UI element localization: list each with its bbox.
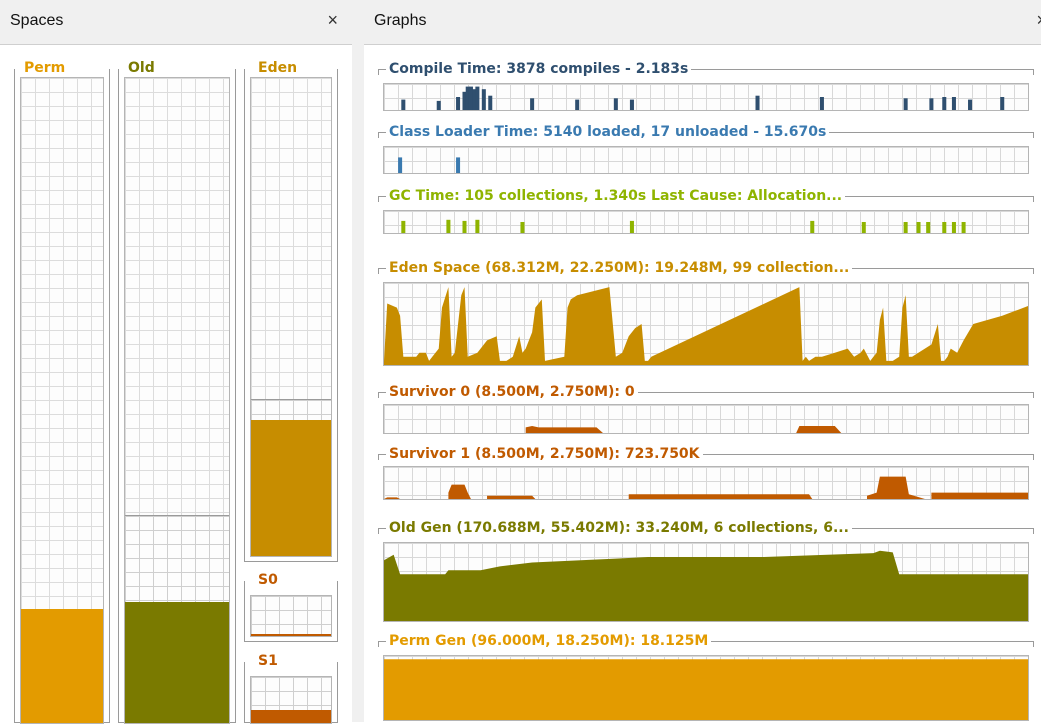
- close-spaces-panel-icon[interactable]: ×: [327, 10, 338, 31]
- graph-survivor-0-svg: [384, 426, 1028, 433]
- space-s1-bar: [250, 676, 332, 724]
- space-s0: S0: [244, 571, 338, 642]
- graph-s0-area: [384, 426, 1028, 433]
- space-old-label: Old: [125, 59, 158, 77]
- space-s1-label: S1: [255, 652, 281, 670]
- space-s0-committed: [251, 596, 331, 636]
- graph-old-gen-title: Old Gen (170.688M, 55.402M): 33.240M, 6 …: [386, 519, 852, 537]
- graph-compile-time-title: Compile Time: 3878 compiles - 2.183s: [386, 60, 692, 78]
- graph-compile-spike: [1000, 97, 1005, 110]
- graph-gc-spike: [810, 220, 815, 233]
- graph-eden-area: [384, 287, 1028, 365]
- graph-compile-spike: [575, 99, 580, 110]
- graph-compile-spike: [819, 97, 824, 110]
- space-old-used: [125, 601, 229, 723]
- space-s0-used: [251, 634, 331, 636]
- graph-compile-spike: [456, 97, 461, 110]
- graph-compile-spike: [903, 98, 908, 110]
- graph-compile-spike: [475, 86, 480, 110]
- graph-eden-space-svg: [384, 287, 1028, 365]
- graph-old-gen: Old Gen (170.688M, 55.402M): 33.240M, 6 …: [378, 519, 1034, 626]
- graph-gc-time-svg: [401, 219, 966, 233]
- graph-compile-spike: [968, 99, 973, 110]
- graph-compile-time-chart: [383, 83, 1029, 111]
- graph-compile-spike: [401, 99, 406, 110]
- graph-gc-time-chart: [383, 210, 1029, 234]
- panel-divider[interactable]: [352, 0, 364, 722]
- graph-gc-spike: [903, 222, 908, 233]
- graph-class-loader: Class Loader Time: 5140 loaded, 17 unloa…: [378, 123, 1034, 182]
- graph-compile-spike: [755, 95, 760, 110]
- graph-gc-spike: [446, 219, 451, 233]
- graph-compile-time: Compile Time: 3878 compiles - 2.183s: [378, 60, 1034, 119]
- graph-eden-space-chart: [383, 282, 1029, 366]
- graph-compile-spike: [530, 98, 535, 110]
- graph-classloader-spike: [456, 157, 461, 173]
- space-s0-label: S0: [255, 571, 281, 589]
- space-eden-used: [251, 419, 331, 556]
- graph-survivor-1-title: Survivor 1 (8.500M, 2.750M): 723.750K: [386, 445, 703, 463]
- graph-gc-spike: [520, 222, 525, 233]
- space-s1-used: [251, 709, 331, 723]
- space-s1: S1: [244, 652, 338, 724]
- graph-eden-space-title: Eden Space (68.312M, 22.250M): 19.248M, …: [386, 259, 853, 277]
- graph-gc-spike: [462, 220, 467, 233]
- graph-perm-gen-chart: [383, 655, 1029, 721]
- space-s0-bar: [250, 595, 332, 637]
- space-eden-bar: [250, 77, 332, 557]
- graph-eden-space: Eden Space (68.312M, 22.250M): 19.248M, …: [378, 259, 1034, 372]
- graph-old-area: [384, 550, 1028, 621]
- graphs-panel-title: Graphs: [374, 12, 427, 29]
- close-graphs-panel-icon[interactable]: ×: [1036, 10, 1041, 31]
- graph-survivor-0-chart: [383, 404, 1029, 434]
- graph-gc-spike: [926, 222, 931, 233]
- graphs-panel-header: Graphs ×: [364, 0, 1041, 45]
- graph-old-gen-chart: [383, 542, 1029, 622]
- graph-survivor-0: Survivor 0 (8.500M, 2.750M): 0: [378, 383, 1034, 438]
- graph-gc-spike: [951, 222, 956, 233]
- graph-s1-area: [384, 476, 1028, 499]
- graph-class-loader-svg: [398, 157, 461, 173]
- graph-perm-gen-svg: [384, 659, 1028, 720]
- graph-compile-spike: [929, 98, 934, 110]
- space-eden-label: Eden: [255, 59, 301, 77]
- space-perm-used: [21, 609, 103, 723]
- graph-compile-spike: [481, 89, 486, 110]
- graph-perm-gen-title: Perm Gen (96.000M, 18.250M): 18.125M: [386, 632, 712, 650]
- space-eden: Eden: [244, 59, 338, 562]
- graph-old-gen-svg: [384, 550, 1028, 621]
- graph-gc-spike: [942, 222, 947, 233]
- graph-compile-spike: [951, 97, 956, 110]
- graph-class-loader-title: Class Loader Time: 5140 loaded, 17 unloa…: [386, 123, 830, 141]
- graph-gc-spike: [961, 222, 966, 233]
- graph-classloader-spike: [398, 157, 403, 173]
- graph-compile-spike: [613, 98, 618, 110]
- graph-gc-spike: [475, 219, 480, 233]
- graph-gc-spike: [401, 220, 406, 233]
- graph-gc-spike: [861, 222, 866, 233]
- graph-compile-spike: [436, 100, 441, 110]
- graph-survivor-1-svg: [384, 476, 1028, 499]
- space-perm-label: Perm: [21, 59, 69, 77]
- graph-class-loader-chart: [383, 146, 1029, 174]
- graph-survivor-1-chart: [383, 466, 1029, 500]
- graph-compile-spike: [942, 97, 947, 110]
- graph-compile-spike: [629, 99, 634, 110]
- graph-compile-time-svg: [401, 86, 1005, 110]
- graph-perm-area: [384, 659, 1028, 720]
- spaces-panel-title: Spaces: [10, 12, 64, 29]
- graph-survivor-0-title: Survivor 0 (8.500M, 2.750M): 0: [386, 383, 638, 401]
- space-perm-bar: [20, 77, 104, 724]
- space-old: Old: [118, 59, 236, 724]
- graph-gc-spike: [916, 222, 921, 233]
- graph-survivor-1: Survivor 1 (8.500M, 2.750M): 723.750K: [378, 445, 1034, 502]
- space-perm: Perm: [14, 59, 110, 724]
- graph-perm-gen: Perm Gen (96.000M, 18.250M): 18.125M: [378, 632, 1034, 722]
- spaces-panel-header: Spaces ×: [0, 0, 352, 45]
- graph-gc-spike: [629, 220, 634, 233]
- graph-compile-spike: [488, 95, 493, 110]
- graph-gc-time: GC Time: 105 collections, 1.340s Last Ca…: [378, 187, 1034, 246]
- space-old-bar: [124, 77, 230, 724]
- graph-gc-time-title: GC Time: 105 collections, 1.340s Last Ca…: [386, 187, 846, 205]
